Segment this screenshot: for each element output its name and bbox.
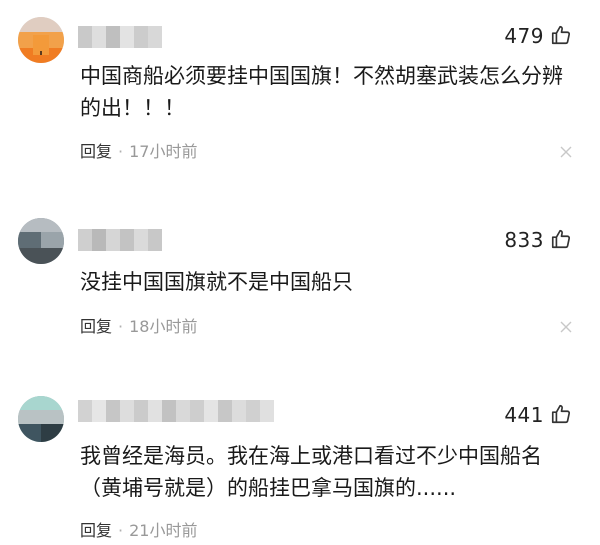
comment-text: 没挂中国国旗就不是中国船只 bbox=[80, 270, 353, 294]
comment-text: 中国商船必须要挂中国国旗！不然胡塞武装怎么分辨的出！！！ bbox=[80, 64, 563, 120]
comment-text: 我曾经是海员。我在海上或港口看过不少中国船名（黄埔号就是）的船挂巴拿马国旗的..… bbox=[80, 444, 542, 500]
username-blurred[interactable] bbox=[78, 400, 274, 422]
close-icon[interactable] bbox=[558, 144, 574, 160]
comment-meta: 回复 · 21小时前 bbox=[80, 521, 197, 541]
avatar[interactable] bbox=[18, 396, 64, 442]
comment-meta: 回复 · 17小时前 bbox=[80, 142, 197, 162]
username-blurred[interactable] bbox=[78, 26, 162, 48]
avatar[interactable] bbox=[18, 218, 64, 264]
like-count: 441 bbox=[504, 403, 544, 427]
comment-meta: 回复 · 18小时前 bbox=[80, 317, 197, 337]
meta-separator: · bbox=[118, 521, 124, 540]
reply-button[interactable]: 回复 bbox=[80, 142, 112, 162]
comment-item-1: 479 中国商船必须要挂中国国旗！不然胡塞武装怎么分辨的出！！！ 回复 · 17… bbox=[0, 0, 600, 175]
reply-button[interactable]: 回复 bbox=[80, 521, 112, 541]
thumbs-up-icon[interactable] bbox=[550, 403, 572, 425]
thumbs-up-icon[interactable] bbox=[550, 24, 572, 46]
close-icon[interactable] bbox=[558, 319, 574, 335]
thumbs-up-icon[interactable] bbox=[550, 228, 572, 250]
comment-time: 18小时前 bbox=[129, 317, 198, 336]
comment-item-2: 833 没挂中国国旗就不是中国船只 回复 · 18小时前 bbox=[0, 195, 600, 370]
meta-separator: · bbox=[118, 317, 124, 336]
meta-separator: · bbox=[118, 142, 124, 161]
avatar[interactable] bbox=[18, 17, 64, 63]
reply-button[interactable]: 回复 bbox=[80, 317, 112, 337]
like-count: 833 bbox=[504, 228, 544, 252]
comment-item-3: 441 我曾经是海员。我在海上或港口看过不少中国船名（黄埔号就是）的船挂巴拿马国… bbox=[0, 370, 600, 545]
comment-time: 17小时前 bbox=[129, 142, 198, 161]
username-blurred[interactable] bbox=[78, 229, 162, 251]
like-count: 479 bbox=[504, 24, 544, 48]
comment-time: 21小时前 bbox=[129, 521, 198, 540]
